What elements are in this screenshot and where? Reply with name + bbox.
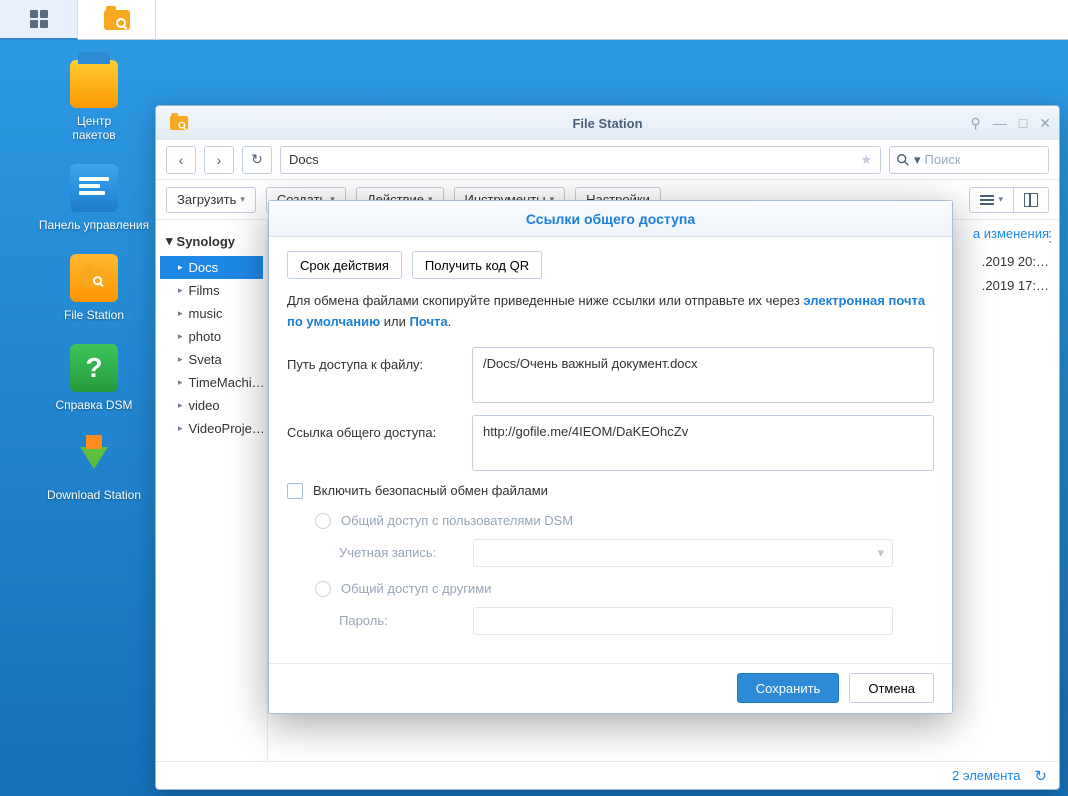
tree-item-music[interactable]: ▸music	[160, 302, 263, 325]
file-row-1-date: .2019 20:…	[982, 254, 1049, 269]
status-reload-icon[interactable]: ↻	[1034, 767, 1047, 785]
search-input[interactable]: ▾ Поиск	[889, 146, 1049, 174]
file-path-label: Путь доступа к файлу:	[287, 347, 472, 372]
tree-root[interactable]: ▾Synology	[160, 230, 263, 252]
control-panel-icon	[70, 164, 118, 212]
secure-sharing-checkbox[interactable]	[287, 483, 303, 499]
list-icon	[980, 195, 994, 205]
path-input[interactable]: Docs ★	[280, 146, 881, 174]
tree-item-video[interactable]: ▸video	[160, 394, 263, 417]
download-icon	[70, 434, 118, 482]
help-icon: ?	[70, 344, 118, 392]
password-label: Пароль:	[339, 613, 459, 628]
share-link-dialog: Ссылки общего доступа Срок действия Полу…	[268, 200, 953, 714]
upload-button[interactable]: Загрузить▾	[166, 187, 256, 213]
nav-reload-button[interactable]: ↻	[242, 146, 272, 174]
window-titlebar[interactable]: File Station ⚲ — □ ✕	[156, 106, 1059, 140]
file-path-field[interactable]: /Docs/Очень важный документ.docx	[472, 347, 934, 403]
folder-search-icon	[104, 10, 130, 30]
column-menu-icon[interactable]: ⋮	[1043, 228, 1057, 245]
star-icon[interactable]: ★	[860, 152, 872, 168]
package-icon	[70, 60, 118, 108]
package-center-label: Центр пакетов	[72, 114, 115, 142]
mail-link[interactable]: Почта	[410, 314, 448, 329]
desktop-download-station[interactable]: Download Station	[24, 434, 164, 502]
search-placeholder: Поиск	[925, 152, 961, 167]
tree-item-films[interactable]: ▸Films	[160, 279, 263, 302]
tree-item-videoprojects[interactable]: ▸VideoProje…	[160, 417, 263, 440]
share-link-label: Ссылка общего доступа:	[287, 415, 472, 440]
share-others-label: Общий доступ с другими	[341, 581, 491, 596]
window-title: File Station	[156, 116, 1059, 131]
desktop-file-station[interactable]: File Station	[24, 254, 164, 322]
taskbar-file-station[interactable]	[78, 0, 156, 40]
apps-grid-icon	[30, 10, 48, 28]
column-header-modified[interactable]: а изменения	[973, 226, 1049, 241]
password-input	[473, 607, 893, 635]
item-count: 2 элемента	[952, 768, 1020, 783]
share-dsm-label: Общий доступ с пользователями DSM	[341, 513, 573, 528]
window-minimize-icon[interactable]: —	[993, 115, 1007, 132]
account-label: Учетная запись:	[339, 545, 459, 560]
share-hint: Для обмена файлами скопируйте приведенны…	[287, 291, 934, 333]
folder-tree: ▾Synology ▸Docs ▸Films ▸music ▸photo ▸Sv…	[156, 220, 268, 761]
dialog-title: Ссылки общего доступа	[269, 201, 952, 237]
window-pin-icon[interactable]: ⚲	[971, 115, 981, 132]
dialog-footer: Сохранить Отмена	[269, 663, 952, 713]
tree-item-photo[interactable]: ▸photo	[160, 325, 263, 348]
desktop-package-center[interactable]: Центр пакетов	[24, 60, 164, 142]
view-list-button[interactable]: ▾	[969, 187, 1013, 213]
view-mode-group: ▾	[969, 187, 1049, 213]
download-label: Download Station	[47, 488, 141, 502]
tree-item-docs[interactable]: ▸Docs	[160, 256, 263, 279]
desktop-icons: Центр пакетов Панель управления File Sta…	[24, 60, 164, 524]
window-maximize-icon[interactable]: □	[1019, 115, 1027, 132]
window-controls: ⚲ — □ ✕	[971, 115, 1051, 132]
nav-toolbar: ‹ › ↻ Docs ★ ▾ Поиск	[156, 140, 1059, 180]
tree-item-sveta[interactable]: ▸Sveta	[160, 348, 263, 371]
tree-item-timemachine[interactable]: ▸TimeMachi…	[160, 371, 263, 394]
validity-button[interactable]: Срок действия	[287, 251, 402, 279]
status-bar: 2 элемента ↻	[156, 761, 1059, 789]
search-icon	[896, 153, 910, 167]
columns-icon	[1024, 193, 1038, 207]
view-columns-button[interactable]	[1013, 187, 1049, 213]
path-value: Docs	[289, 152, 319, 167]
control-panel-label: Панель управления	[39, 218, 149, 232]
taskbar	[0, 0, 1068, 40]
share-link-field[interactable]: http://gofile.me/4IEOM/DaKEOhcZv	[472, 415, 934, 471]
nav-forward-button[interactable]: ›	[204, 146, 234, 174]
file-row-2-date: .2019 17:…	[982, 278, 1049, 293]
taskbar-apps[interactable]	[0, 0, 78, 40]
qr-code-button[interactable]: Получить код QR	[412, 251, 542, 279]
secure-sharing-label: Включить безопасный обмен файлами	[313, 483, 548, 498]
file-station-icon	[70, 254, 118, 302]
window-close-icon[interactable]: ✕	[1039, 115, 1051, 132]
desktop-help[interactable]: ? Справка DSM	[24, 344, 164, 412]
cancel-button[interactable]: Отмена	[849, 673, 934, 703]
file-station-label: File Station	[64, 308, 124, 322]
share-others-radio	[315, 581, 331, 597]
help-label: Справка DSM	[55, 398, 132, 412]
nav-back-button[interactable]: ‹	[166, 146, 196, 174]
save-button[interactable]: Сохранить	[737, 673, 840, 703]
desktop-control-panel[interactable]: Панель управления	[24, 164, 164, 232]
account-select	[473, 539, 893, 567]
share-dsm-radio	[315, 513, 331, 529]
